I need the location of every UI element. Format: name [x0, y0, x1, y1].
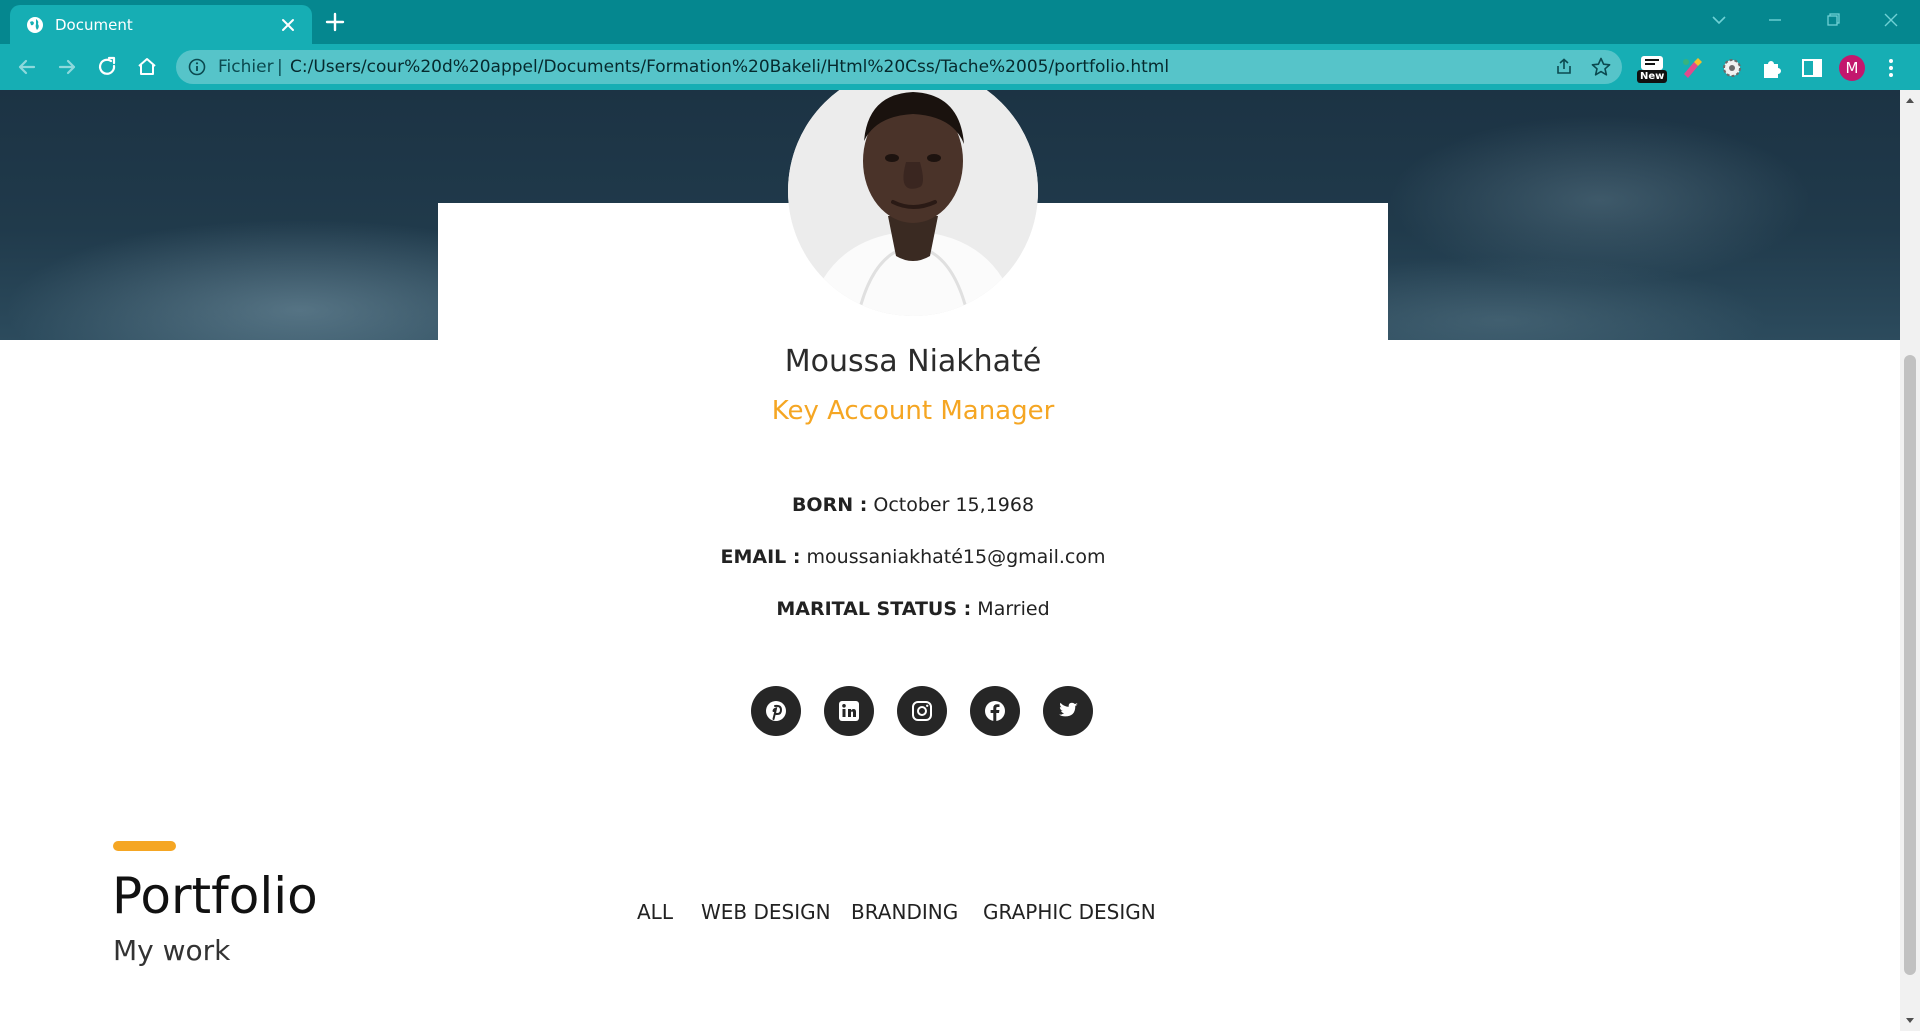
scrollbar-thumb[interactable]: [1904, 355, 1916, 975]
instagram-icon: [912, 701, 932, 721]
url-scheme-label: Fichier: [218, 57, 274, 77]
reload-icon[interactable]: [94, 54, 120, 80]
tab-title: Document: [55, 16, 133, 34]
section-accent-bar: [113, 841, 176, 851]
home-icon[interactable]: [134, 54, 160, 80]
side-panel-icon[interactable]: [1798, 54, 1826, 82]
profile-name: Moussa Niakhaté: [784, 344, 1042, 379]
email-value[interactable]: moussaniakhaté15@gmail.com: [807, 546, 1106, 568]
born-label: BORN :: [791, 494, 868, 516]
browser-toolbar: Fichier | C:/Users/cour%20d%20appel/Docu…: [0, 44, 1920, 90]
pinterest-icon: [766, 701, 786, 721]
email-row: EMAIL : moussaniakhaté15@gmail.com: [0, 544, 1826, 570]
extensions-puzzle-icon[interactable]: [1758, 54, 1786, 82]
close-window-icon[interactable]: [1876, 8, 1906, 32]
browser-menu-icon[interactable]: [1886, 56, 1896, 80]
browser-tab-active[interactable]: Document: [10, 5, 312, 44]
marital-status-value: Married: [977, 598, 1050, 620]
page-viewport: Moussa Niakhaté Key Account Manager BORN…: [0, 90, 1900, 1031]
filter-branding[interactable]: BRANDING: [851, 898, 958, 926]
twitter-link[interactable]: [1043, 686, 1093, 736]
filter-all[interactable]: ALL: [637, 898, 673, 926]
facebook-link[interactable]: [970, 686, 1020, 736]
linkedin-icon: [839, 701, 859, 721]
page-scrollbar[interactable]: [1900, 90, 1920, 1031]
profile-avatar[interactable]: M: [1839, 55, 1865, 81]
new-tab-icon[interactable]: [324, 11, 346, 33]
profile-role: Key Account Manager: [771, 396, 1055, 426]
site-info-icon[interactable]: [188, 58, 206, 76]
address-bar[interactable]: Fichier | C:/Users/cour%20d%20appel/Docu…: [176, 50, 1622, 84]
tab-search-chevron-icon[interactable]: [1704, 8, 1734, 32]
pinterest-link[interactable]: [751, 686, 801, 736]
extension-new-badge: New: [1637, 70, 1668, 83]
scroll-up-arrow-icon[interactable]: [1905, 96, 1915, 104]
restore-window-icon[interactable]: [1818, 8, 1848, 32]
url-separator: |: [277, 57, 283, 77]
back-arrow-icon[interactable]: [14, 54, 40, 80]
scroll-down-arrow-icon[interactable]: [1905, 1017, 1915, 1025]
born-row: BORN : October 15,1968: [0, 492, 1826, 518]
portfolio-heading: Portfolio: [112, 867, 318, 925]
browser-tab-bar: Document: [0, 0, 1920, 44]
share-icon[interactable]: [1554, 57, 1574, 77]
minimize-window-icon[interactable]: [1760, 8, 1790, 32]
settings-gear-extension-icon[interactable]: [1718, 54, 1746, 82]
color-picker-extension-icon[interactable]: [1678, 54, 1706, 82]
url-text[interactable]: C:/Users/cour%20d%20appel/Documents/Form…: [290, 57, 1169, 77]
globe-icon: [27, 17, 43, 33]
close-tab-icon[interactable]: [278, 15, 298, 35]
filter-graphic-design[interactable]: GRAPHIC DESIGN: [983, 898, 1156, 926]
twitter-icon: [1059, 702, 1078, 717]
filter-web-design[interactable]: WEB DESIGN: [701, 898, 831, 926]
facebook-icon: [985, 701, 1005, 721]
bookmark-star-icon[interactable]: [1590, 56, 1612, 78]
forward-arrow-icon[interactable]: [54, 54, 80, 80]
marital-status-row: MARITAL STATUS : Married: [0, 596, 1826, 622]
born-value: October 15,1968: [873, 494, 1035, 516]
instagram-link[interactable]: [897, 686, 947, 736]
marital-status-label: MARITAL STATUS :: [776, 598, 972, 620]
portfolio-subheading: My work: [113, 934, 231, 967]
email-label: EMAIL :: [720, 546, 801, 568]
linkedin-link[interactable]: [824, 686, 874, 736]
